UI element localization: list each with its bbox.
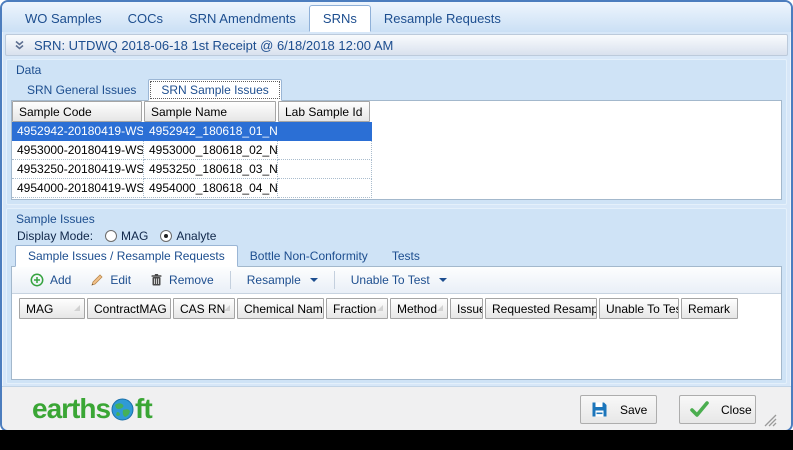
sample-issues-tabs: Sample Issues / Resample Requests Bottle… <box>7 245 786 267</box>
column-header-lab-sample-id[interactable]: Lab Sample Id <box>278 101 370 122</box>
cell-sample-name[interactable]: 4953250_180618_03_N <box>144 160 278 179</box>
earthsoft-logo: earths ft <box>32 392 153 424</box>
toolbar-separator <box>229 271 231 289</box>
srn-title: SRN: UTDWQ 2018-06-18 1st Receipt @ 6/18… <box>34 37 394 53</box>
data-group: Data SRN General Issues SRN Sample Issue… <box>6 59 787 205</box>
resample-dropdown-button[interactable]: Resample <box>241 270 324 290</box>
data-tabs: SRN General Issues SRN Sample Issues <box>7 79 786 101</box>
column-header-cas-rn[interactable]: CAS RN <box>173 298 235 319</box>
table-row[interactable]: 4954000-20180419-WS 4954000_180618_04_N <box>12 179 781 198</box>
display-mode-label: Display Mode: <box>17 229 94 243</box>
plus-circle-icon <box>30 273 44 287</box>
cell-lab-sample-id[interactable] <box>278 141 372 160</box>
cell-lab-sample-id[interactable] <box>278 122 372 141</box>
column-header-mag[interactable]: MAG <box>19 298 85 319</box>
logo-text: ft <box>135 392 153 424</box>
column-header-requested-resample[interactable]: Requested Resample <box>485 298 597 319</box>
column-header-contractmag[interactable]: ContractMAG <box>87 298 171 319</box>
tab-wo-samples[interactable]: WO Samples <box>12 6 115 31</box>
screen-background <box>0 430 793 450</box>
sample-table-header: Sample Code Sample Name Lab Sample Id <box>12 101 781 122</box>
tab-srn-amendments[interactable]: SRN Amendments <box>176 6 309 31</box>
caret-down-icon <box>438 278 447 282</box>
cell-sample-name[interactable]: 4953000_180618_02_N <box>144 141 278 160</box>
radio-analyte[interactable]: Analyte <box>160 229 216 243</box>
main-content: Data SRN General Issues SRN Sample Issue… <box>2 58 791 386</box>
footer-bar: earths ft Save Close <box>2 386 791 430</box>
tab-bottle-non-conformity[interactable]: Bottle Non-Conformity <box>238 246 380 266</box>
column-header-sample-name[interactable]: Sample Name <box>144 101 276 122</box>
save-button[interactable]: Save <box>580 395 657 424</box>
close-button[interactable]: Close <box>679 395 756 424</box>
tab-srn-general-issues[interactable]: SRN General Issues <box>15 80 148 100</box>
cell-lab-sample-id[interactable] <box>278 179 372 198</box>
sort-icon <box>377 305 383 311</box>
srn-header-bar[interactable]: SRN: UTDWQ 2018-06-18 1st Receipt @ 6/18… <box>5 34 788 56</box>
tab-srns[interactable]: SRNs <box>308 4 371 32</box>
pencil-icon <box>90 273 104 287</box>
resize-grip-icon[interactable] <box>764 414 777 427</box>
remove-button[interactable]: Remove <box>144 270 220 290</box>
cell-sample-code[interactable]: 4953250-20180419-WS <box>12 160 144 179</box>
column-header-sample-code[interactable]: Sample Code <box>12 101 142 122</box>
resample-label: Resample <box>246 273 301 287</box>
sample-issues-panel: Add Edit Remove Resample Unable To Test … <box>11 266 782 380</box>
unable-to-test-dropdown-button[interactable]: Unable To Test <box>345 270 453 290</box>
cell-sample-code[interactable]: 4953000-20180419-WS <box>12 141 144 160</box>
top-tab-strip: WO Samples COCs SRN Amendments SRNs Resa… <box>2 2 791 32</box>
add-button[interactable]: Add <box>24 270 77 290</box>
logo-text: earths <box>32 392 111 424</box>
trash-icon <box>150 273 163 287</box>
edit-label: Edit <box>110 273 132 287</box>
column-header-remark[interactable]: Remark <box>681 298 738 319</box>
cell-sample-name[interactable]: 4954000_180618_04_N <box>144 179 278 198</box>
add-label: Add <box>50 273 72 287</box>
sample-issues-group: Sample Issues Display Mode: MAG Analyte … <box>6 208 787 384</box>
tab-resample-requests[interactable]: Resample Requests <box>371 6 514 31</box>
sort-icon <box>437 305 443 311</box>
radio-mag[interactable]: MAG <box>105 229 148 243</box>
tab-cocs[interactable]: COCs <box>115 6 176 31</box>
radio-circle-icon[interactable] <box>160 230 173 242</box>
table-row[interactable]: 4953000-20180419-WS 4953000_180618_02_N <box>12 141 781 160</box>
cell-sample-name[interactable]: 4952942_180618_01_N <box>144 122 278 141</box>
issues-grid-header: MAG ContractMAG CAS RN Chemical Name Fra… <box>19 298 781 319</box>
tab-sample-issues-resample-requests[interactable]: Sample Issues / Resample Requests <box>15 245 238 267</box>
cell-sample-code[interactable]: 4954000-20180419-WS <box>12 179 144 198</box>
column-header-fraction[interactable]: Fraction <box>326 298 388 319</box>
display-mode-row: Display Mode: MAG Analyte <box>7 228 786 245</box>
edit-button[interactable]: Edit <box>84 270 137 290</box>
save-label: Save <box>620 402 648 417</box>
column-header-chemical-name[interactable]: Chemical Name <box>237 298 324 319</box>
issues-toolbar: Add Edit Remove Resample Unable To Test <box>12 267 781 294</box>
unable-to-test-label: Unable To Test <box>350 273 430 287</box>
remove-label: Remove <box>169 273 214 287</box>
tab-tests[interactable]: Tests <box>380 246 432 266</box>
sort-icon <box>74 305 80 311</box>
cell-sample-code[interactable]: 4952942-20180419-WS <box>12 122 144 141</box>
radio-circle-icon[interactable] <box>105 230 118 242</box>
chevron-double-down-icon[interactable] <box>14 40 25 51</box>
sort-icon <box>224 305 230 311</box>
table-row[interactable]: 4952942-20180419-WS 4952942_180618_01_N <box>12 122 781 141</box>
close-label: Close <box>721 402 752 417</box>
data-group-title: Data <box>16 63 42 77</box>
app-window: WO Samples COCs SRN Amendments SRNs Resa… <box>0 0 793 432</box>
tab-srn-sample-issues[interactable]: SRN Sample Issues <box>148 79 282 101</box>
column-header-unable-to-test[interactable]: Unable To Test <box>599 298 679 319</box>
toolbar-separator <box>333 271 335 289</box>
sample-issues-title: Sample Issues <box>16 212 95 226</box>
column-header-issue[interactable]: Issue <box>450 298 483 319</box>
radio-mag-label: MAG <box>121 229 149 243</box>
radio-analyte-label: Analyte <box>176 229 217 243</box>
check-icon <box>690 401 709 418</box>
column-header-method[interactable]: Method <box>390 298 448 319</box>
globe-icon <box>111 398 134 421</box>
issues-grid-empty-area <box>12 319 781 379</box>
cell-lab-sample-id[interactable] <box>278 160 372 179</box>
sample-table-panel: Sample Code Sample Name Lab Sample Id 49… <box>11 100 782 200</box>
caret-down-icon <box>309 278 318 282</box>
floppy-disk-icon <box>591 401 608 418</box>
table-row[interactable]: 4953250-20180419-WS 4953250_180618_03_N <box>12 160 781 179</box>
